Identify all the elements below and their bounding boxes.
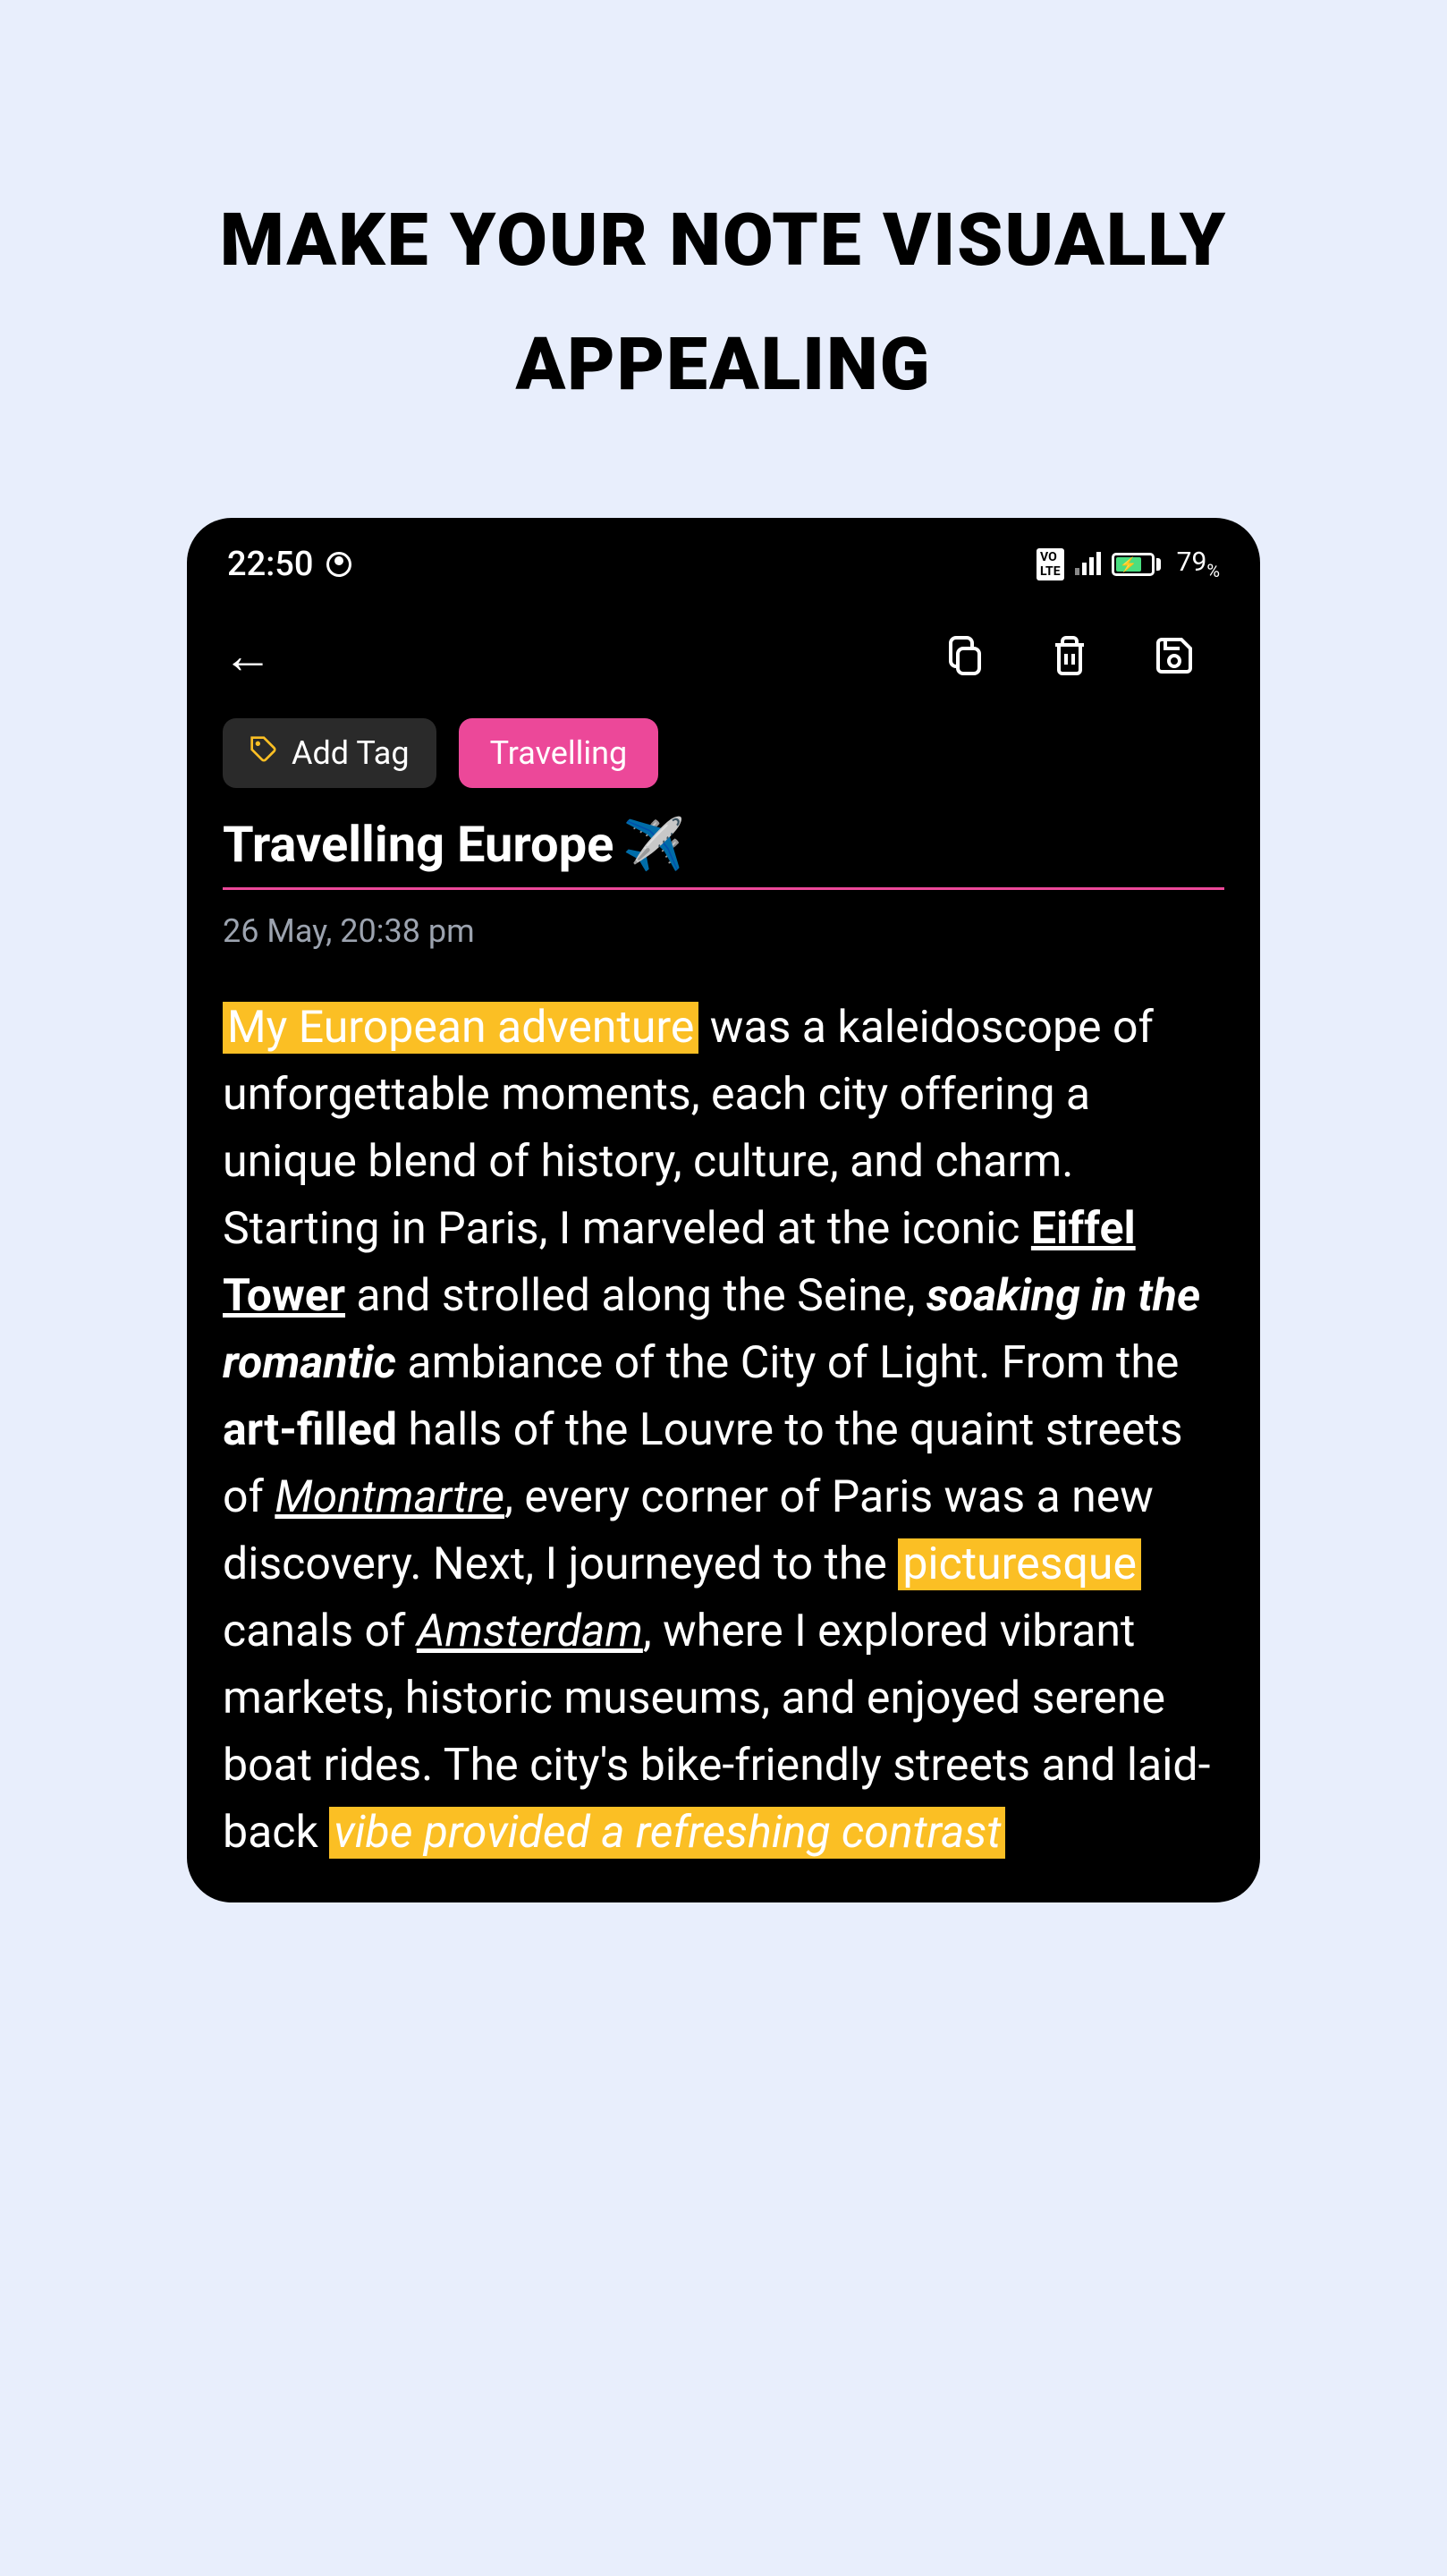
volte-icon: VOLTE: [1037, 548, 1064, 580]
status-bar: 22:50 VOLTE ⚡ 79%: [187, 518, 1260, 602]
tag-travelling[interactable]: Travelling: [459, 718, 659, 788]
add-tag-button[interactable]: Add Tag: [223, 718, 436, 788]
tag-icon: [250, 734, 278, 772]
back-button[interactable]: ←: [223, 631, 915, 681]
promo-headline: MAKE YOUR NOTE VISUALLY APPEALING: [0, 0, 1447, 518]
note-title[interactable]: Travelling Europe✈️: [187, 815, 1260, 887]
bold-text: art-filled: [223, 1404, 397, 1456]
save-button[interactable]: [1151, 629, 1197, 682]
signal-icon: [1075, 554, 1101, 575]
note-body[interactable]: My European adventure was a kaleidoscope…: [187, 995, 1260, 1902]
status-time: 22:50: [227, 545, 313, 584]
highlight-text: My European adventure: [223, 1002, 698, 1054]
toolbar: ←: [187, 602, 1260, 718]
note-date: 26 May, 20:38 pm: [187, 912, 1260, 995]
italic-underline-text: Amsterdam: [417, 1606, 643, 1657]
delete-button[interactable]: [1046, 629, 1093, 682]
battery-icon: ⚡: [1112, 553, 1161, 576]
italic-underline-text: Montmartre: [275, 1471, 504, 1523]
status-right: VOLTE ⚡ 79%: [1037, 547, 1220, 581]
copy-button[interactable]: [942, 629, 988, 682]
italic-highlight-text: vibe provided a refreshing contrast: [329, 1807, 1005, 1859]
tags-row: Add Tag Travelling: [187, 718, 1260, 815]
title-divider: [223, 887, 1224, 890]
phone-frame: 22:50 VOLTE ⚡ 79%: [187, 518, 1260, 1902]
status-indicator-icon: [326, 552, 351, 577]
highlight-text: picturesque: [898, 1538, 1141, 1590]
add-tag-label: Add Tag: [292, 734, 410, 772]
battery-percent: 79%: [1177, 547, 1220, 581]
status-left: 22:50: [227, 545, 351, 584]
